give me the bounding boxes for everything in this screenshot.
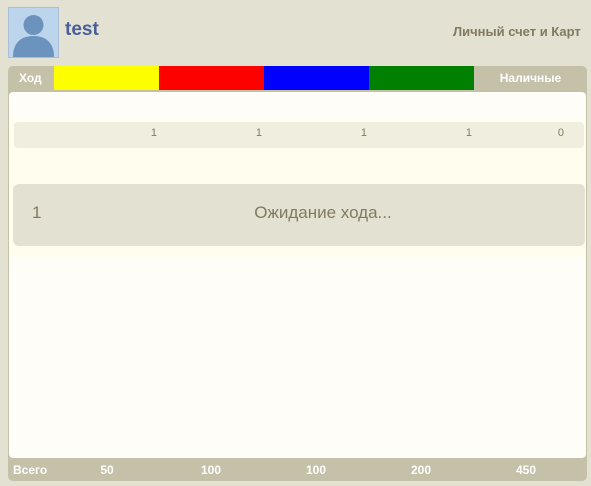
account-link[interactable]: Личный счет и Карт — [453, 24, 581, 39]
total-yellow: 50 — [100, 463, 114, 477]
player-color-red — [159, 66, 264, 90]
cash-header: Наличные — [499, 71, 562, 85]
player-color-yellow — [54, 66, 159, 90]
count-yellow: 1 — [150, 127, 157, 139]
game-area: 1 1 1 1 0 1 Ожидание хода... — [9, 92, 586, 458]
count-green: 1 — [465, 127, 472, 139]
total-red: 100 — [200, 463, 222, 477]
counts-row: 1 1 1 1 0 — [14, 122, 584, 148]
header-row: Ход Наличные — [8, 66, 587, 90]
count-cash: 0 — [557, 127, 564, 139]
top-bar: test Личный счет и Карт — [0, 0, 591, 62]
total-blue: 100 — [305, 463, 327, 477]
player-color-green — [369, 66, 474, 90]
player-color-blue — [264, 66, 369, 90]
turn-number: 1 — [32, 203, 42, 222]
turn-status-card: 1 Ожидание хода... — [13, 184, 585, 246]
avatar[interactable] — [8, 7, 59, 58]
username[interactable]: test — [65, 19, 99, 41]
totals-row: Всего 50 100 100 200 450 — [8, 459, 587, 481]
total-cash: 450 — [515, 463, 537, 477]
total-label: Всего — [13, 463, 48, 477]
count-blue: 1 — [360, 127, 367, 139]
turn-header: Ход — [19, 71, 42, 85]
game-panel: Ход Наличные 1 1 1 1 0 1 Ожидание хода..… — [8, 66, 587, 481]
total-green: 200 — [410, 463, 432, 477]
count-red: 1 — [255, 127, 262, 139]
user-silhouette-icon — [13, 15, 54, 57]
turn-status-text: Ожидание хода... — [254, 203, 392, 222]
